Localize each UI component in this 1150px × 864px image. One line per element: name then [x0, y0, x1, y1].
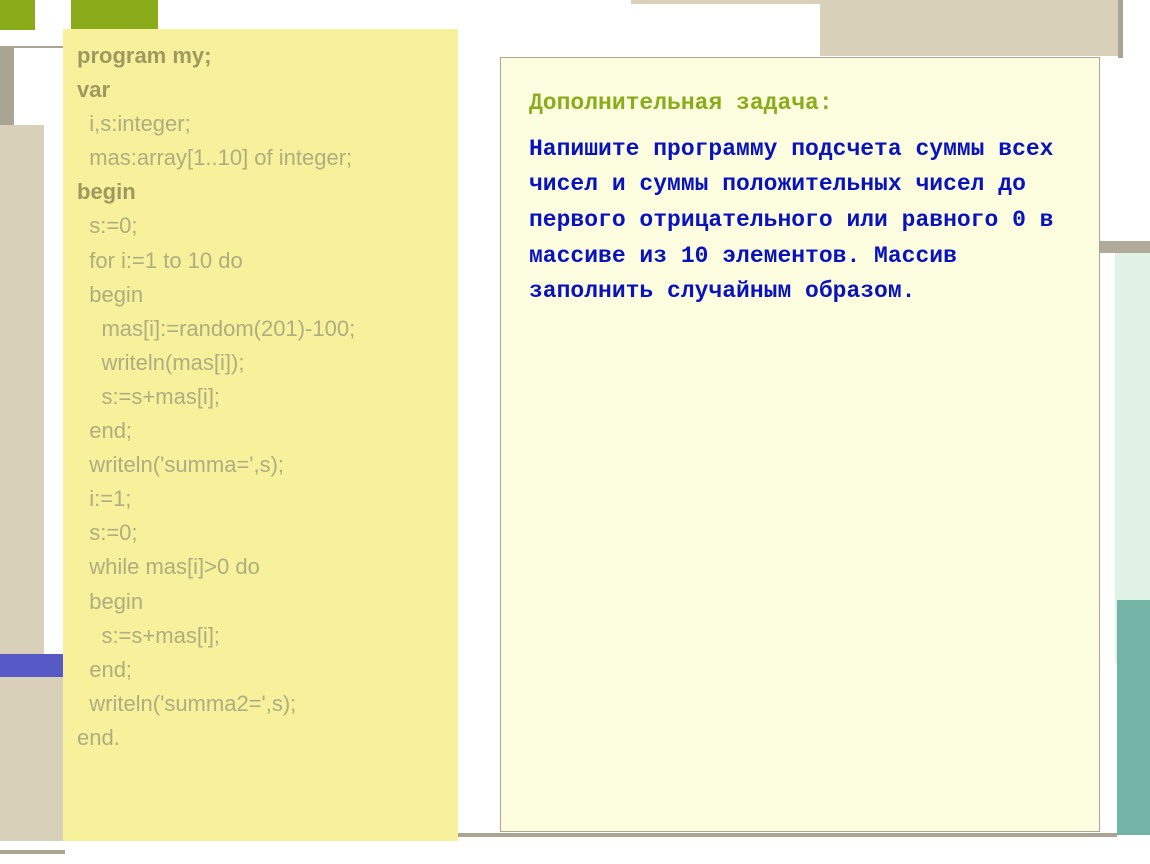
code-line: end;: [77, 653, 444, 687]
code-line: program my;: [77, 39, 444, 73]
code-line: var: [77, 73, 444, 107]
code-line: s:=0;: [77, 516, 444, 550]
code-line: i,s:integer;: [77, 107, 444, 141]
code-line: begin: [77, 278, 444, 312]
code-line: s:=s+mas[i];: [77, 619, 444, 653]
code-line: for i:=1 to 10 do: [77, 244, 444, 278]
deco-block: [1118, 0, 1123, 58]
code-line: while mas[i]>0 do: [77, 550, 444, 584]
code-line: s:=s+mas[i];: [77, 380, 444, 414]
code-line: end;: [77, 414, 444, 448]
code-line: writeln('summa2=',s);: [77, 687, 444, 721]
code-line: writeln(mas[i]);: [77, 346, 444, 380]
code-listing: program my;var i,s:integer; mas:array[1.…: [77, 39, 444, 755]
code-line: end.: [77, 721, 444, 755]
deco-block: [820, 4, 1119, 56]
deco-block: [0, 0, 35, 30]
task-title: Дополнительная задача:: [529, 86, 1071, 122]
deco-block: [0, 654, 65, 677]
task-panel: Дополнительная задача: Напишите программ…: [500, 57, 1100, 832]
deco-block: [0, 125, 44, 655]
deco-block: [0, 850, 65, 854]
code-line: i:=1;: [77, 482, 444, 516]
code-line: s:=0;: [77, 209, 444, 243]
deco-block: [71, 0, 158, 30]
deco-block: [0, 677, 65, 841]
code-line: mas:array[1..10] of integer;: [77, 141, 444, 175]
code-line: begin: [77, 175, 444, 209]
deco-block: [14, 46, 66, 48]
code-line: begin: [77, 585, 444, 619]
deco-block: [1117, 600, 1150, 835]
task-body: Напишите программу подсчета суммы всех ч…: [529, 132, 1071, 310]
code-panel: program my;var i,s:integer; mas:array[1.…: [63, 29, 458, 841]
code-line: writeln('summa=',s);: [77, 448, 444, 482]
deco-block: [1098, 241, 1150, 253]
code-line: mas[i]:=random(201)-100;: [77, 312, 444, 346]
